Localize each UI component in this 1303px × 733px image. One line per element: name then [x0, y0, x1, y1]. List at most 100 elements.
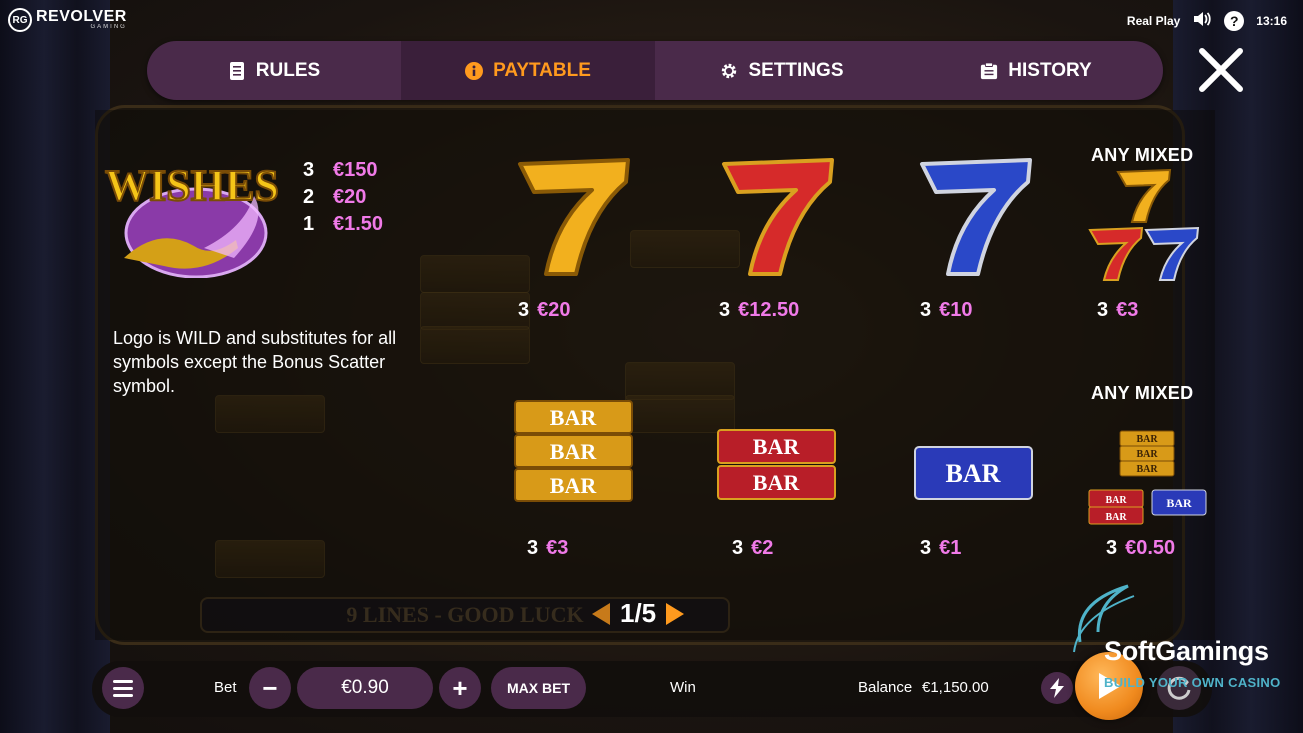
- tab-history[interactable]: HISTORY: [909, 41, 1163, 100]
- wild-pays: 3 €150 2 €20 1 €1.50: [303, 157, 383, 238]
- brand-badge: RG: [8, 8, 32, 32]
- bet-decrease-button[interactable]: −: [249, 667, 291, 709]
- pay-count: 2: [303, 186, 315, 208]
- wishes-logo-text: WISHES: [105, 161, 279, 210]
- pay-value: €20: [537, 299, 571, 321]
- payline-double-bar: 3 €2: [732, 537, 773, 560]
- play-mode: Real Play: [1126, 13, 1181, 28]
- document-icon: [228, 61, 246, 80]
- payline-gold-seven: 3 €20: [518, 299, 571, 322]
- status-bar: Real Play ? 13:16: [1127, 10, 1287, 31]
- pay-count: 3: [527, 537, 539, 559]
- bar-text: BAR: [1166, 496, 1192, 510]
- bet-value: €0.90: [297, 667, 433, 709]
- pay-value: €2: [751, 537, 774, 559]
- bar-text: BAR: [550, 473, 598, 498]
- any-mixed-heading: ANY MIXED: [1091, 383, 1194, 403]
- clock: 13:16: [1256, 13, 1287, 28]
- pay-value: €20: [333, 186, 367, 208]
- info-icon: [465, 61, 484, 80]
- gear-icon: [720, 62, 738, 80]
- tab-label: PAYTABLE: [493, 59, 591, 81]
- pay-count: 3: [518, 299, 530, 321]
- clipboard-icon: [980, 61, 998, 80]
- watermark-title: SoftGamings: [1104, 636, 1269, 666]
- payline-single-bar: 3 €1: [920, 537, 961, 560]
- hamburger-icon-line: [113, 693, 133, 697]
- bar-text: BAR: [1136, 464, 1158, 475]
- menu-button[interactable]: [102, 667, 144, 709]
- tab-settings[interactable]: SETTINGS: [655, 41, 909, 100]
- pay-count: 3: [303, 159, 315, 181]
- bar-text: BAR: [753, 434, 801, 459]
- brand-sub: GAMING: [90, 24, 127, 30]
- bar-text: BAR: [753, 470, 801, 495]
- balance-value: €1,150.00: [922, 679, 989, 696]
- any-mixed-bars-symbol: BAR BAR BAR BAR BAR BAR: [1088, 430, 1207, 525]
- bar-text: BAR: [1136, 434, 1158, 445]
- bar-text: BAR: [550, 405, 598, 430]
- wild-pay-row: 3 €150: [303, 157, 383, 184]
- win-label: Win: [670, 679, 696, 696]
- brand-logo: RG REVOLVER GAMING: [8, 8, 127, 32]
- wild-pay-row: 1 €1.50: [303, 211, 383, 238]
- pay-count: 1: [303, 213, 315, 235]
- pay-value: €3: [546, 537, 569, 559]
- bet-label: Bet: [214, 679, 237, 696]
- tab-label: RULES: [255, 59, 321, 81]
- close-icon[interactable]: [1196, 45, 1246, 95]
- pay-value: €3: [1116, 299, 1139, 321]
- pay-value: €150: [333, 159, 378, 181]
- wild-description: Logo is WILD and substitutes for all sym…: [113, 328, 397, 396]
- pay-count: 3: [920, 299, 932, 321]
- left-curtain: [0, 0, 110, 733]
- pay-count: 3: [1106, 537, 1118, 559]
- pay-value: €1: [939, 537, 962, 559]
- payline-any-sevens: 3 €3: [1097, 299, 1138, 322]
- payline-blue-seven: 3 €10: [920, 299, 973, 322]
- question-icon[interactable]: ?: [1224, 10, 1245, 31]
- any-mixed-heading: ANY MIXED: [1091, 145, 1194, 165]
- pay-value: €1.50: [333, 213, 384, 235]
- balance-label: Balance: [858, 679, 913, 696]
- blue-seven-symbol: [920, 158, 1032, 276]
- pay-count: 3: [719, 299, 731, 321]
- brand-name: REVOLVER: [36, 8, 127, 25]
- bet-increase-button[interactable]: +: [439, 667, 481, 709]
- tab-paytable[interactable]: PAYTABLE: [401, 41, 655, 100]
- double-bar-symbol: BAR BAR: [717, 429, 836, 500]
- tab-label: HISTORY: [1008, 59, 1092, 81]
- bar-text: BAR: [1105, 512, 1127, 523]
- pay-count: 3: [920, 537, 932, 559]
- max-bet-button[interactable]: MAX BET: [491, 667, 586, 709]
- bar-text: BAR: [946, 459, 1001, 488]
- pay-count: 3: [732, 537, 744, 559]
- hamburger-icon-line: [113, 686, 133, 690]
- pay-count: 3: [1097, 299, 1109, 321]
- next-page-arrow-icon[interactable]: [666, 602, 685, 625]
- gold-seven-symbol: [518, 158, 630, 276]
- payline-red-seven: 3 €12.50: [719, 299, 799, 322]
- single-bar-symbol: BAR: [914, 446, 1033, 500]
- watermark-subtitle: BUILD YOUR OWN CASINO: [1104, 675, 1281, 690]
- payline-triple-bar: 3 €3: [527, 537, 568, 560]
- wishes-logo-symbol: WISHES: [104, 160, 280, 278]
- pay-value: €12.50: [738, 299, 800, 321]
- bar-text: BAR: [1105, 495, 1127, 506]
- pay-value: €0.50: [1125, 537, 1176, 559]
- wild-pay-row: 2 €20: [303, 184, 383, 211]
- tab-bar: RULES PAYTABLE SETTINGS HISTORY: [147, 41, 1163, 100]
- bar-text: BAR: [1136, 449, 1158, 460]
- lightning-icon: [1050, 678, 1064, 698]
- payline-any-bars: 3 €0.50: [1106, 537, 1175, 560]
- triple-bar-symbol: BAR BAR BAR: [514, 400, 633, 502]
- prev-page-arrow-icon[interactable]: [592, 602, 610, 625]
- page-navigator: 1/5: [592, 598, 685, 629]
- any-mixed-sevens-symbol: [1088, 168, 1200, 281]
- speaker-icon[interactable]: [1192, 10, 1212, 31]
- hamburger-icon-line: [113, 679, 133, 683]
- bar-text: BAR: [550, 439, 598, 464]
- tab-rules[interactable]: RULES: [147, 41, 401, 100]
- red-seven-symbol: [722, 158, 834, 276]
- tab-label: SETTINGS: [748, 59, 844, 81]
